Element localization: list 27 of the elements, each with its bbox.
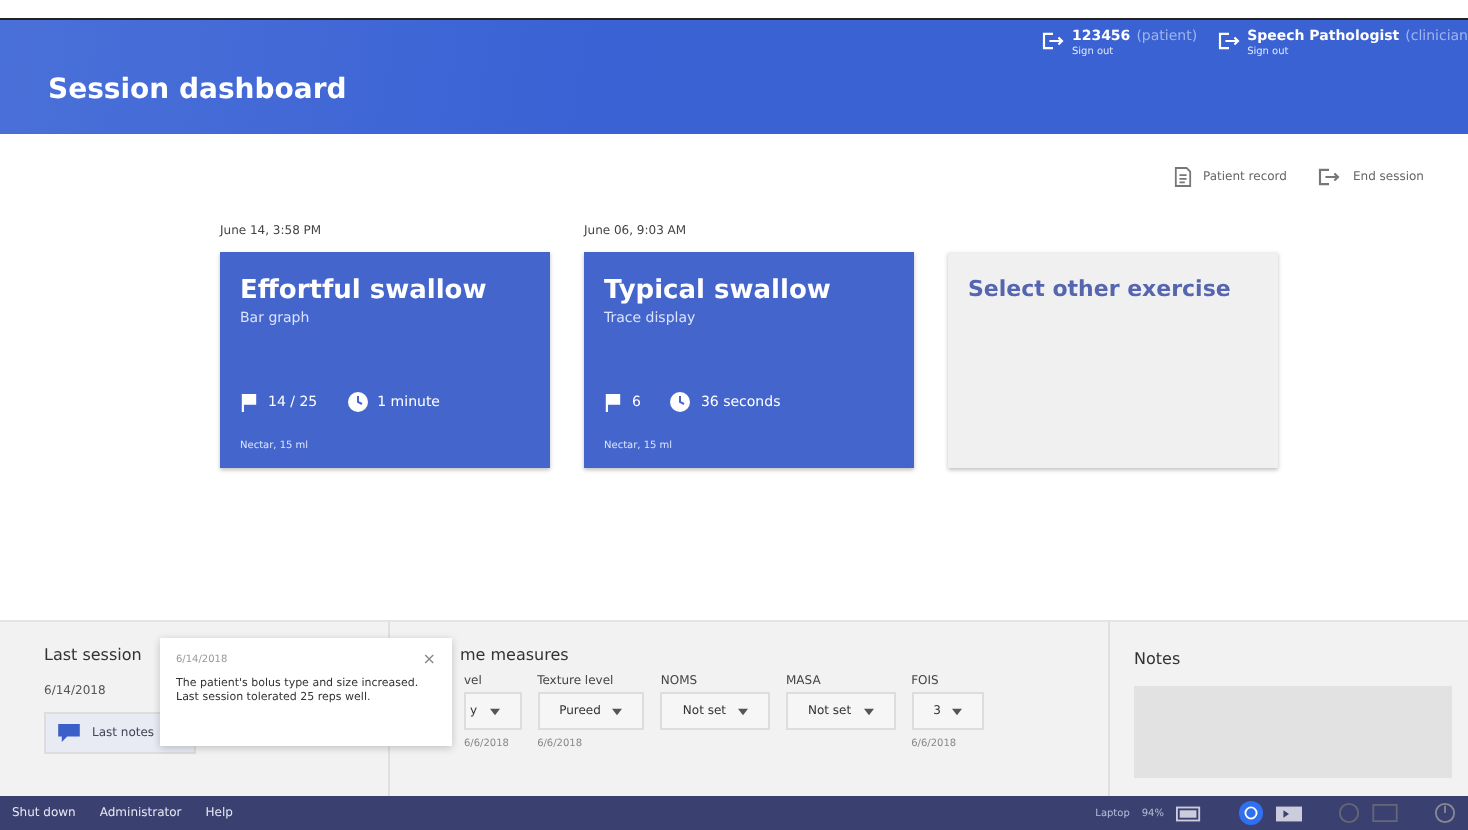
clock-icon	[347, 392, 368, 412]
circle-icon[interactable]	[1238, 800, 1264, 826]
section-title: Last session	[44, 646, 142, 664]
page-title: Session dashboard	[48, 72, 347, 106]
document-icon	[1173, 166, 1191, 188]
video-icon[interactable]	[1276, 805, 1302, 821]
caret-icon	[952, 707, 963, 715]
caret-icon	[489, 707, 500, 715]
close-button[interactable]: ×	[422, 650, 436, 668]
caret-icon	[738, 707, 748, 715]
exercise-title: Typical swallow	[604, 276, 833, 306]
section-title: me measures	[460, 646, 571, 664]
caret-icon	[863, 707, 874, 715]
battery-icon	[1176, 805, 1202, 821]
caret-icon	[612, 707, 623, 715]
flag-icon	[240, 393, 258, 411]
sign-out-icon	[1041, 32, 1064, 50]
power-icon[interactable]	[1434, 802, 1456, 824]
chat-icon	[58, 724, 80, 742]
exercise-title: Effortful swallow	[240, 276, 489, 306]
flag-icon	[604, 393, 622, 411]
sign-out-icon	[1318, 168, 1341, 186]
sign-out-icon	[1217, 32, 1240, 50]
section-title: Notes	[1134, 650, 1183, 668]
screen-icon[interactable]	[1372, 804, 1398, 822]
select-exercise-card[interactable]: Select other exercise	[948, 252, 1278, 468]
clock-icon	[670, 392, 691, 412]
